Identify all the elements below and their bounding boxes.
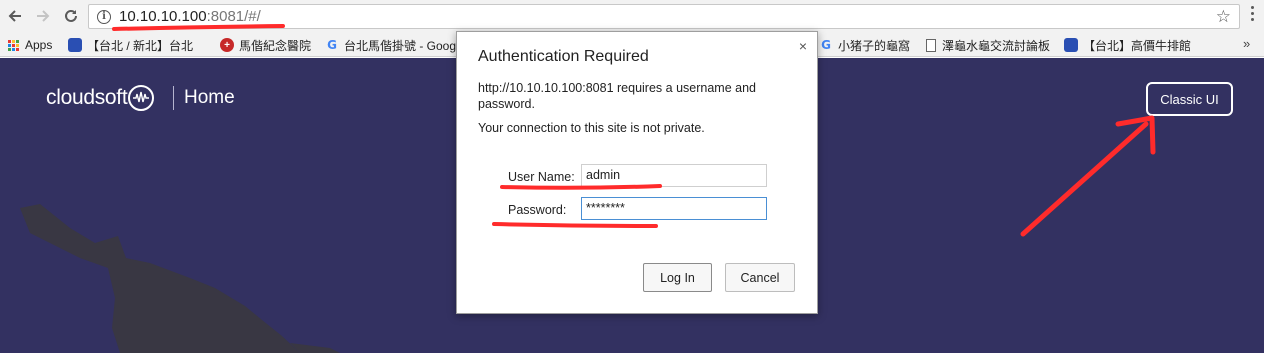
- bookmark-item[interactable]: 澤龜水龜交流討論板: [926, 36, 1050, 54]
- bookmark-item[interactable]: G 台北馬偕掛號 - Goog: [325, 36, 456, 54]
- authentication-dialog: Authentication Required × http://10.10.1…: [456, 31, 818, 314]
- classic-ui-button[interactable]: Classic UI: [1146, 82, 1233, 116]
- browser-menu-icon[interactable]: [1246, 6, 1258, 21]
- logo-waveform-icon: [128, 85, 155, 111]
- bookmark-item[interactable]: 【台北】高價牛排館: [1064, 36, 1191, 54]
- log-in-button[interactable]: Log In: [643, 263, 712, 292]
- privacy-note: Your connection to this site is not priv…: [478, 121, 705, 135]
- document-icon: [926, 38, 936, 52]
- password-field[interactable]: ********: [581, 197, 767, 220]
- bookmark-star-icon[interactable]: ☆: [1216, 7, 1231, 27]
- site-info-icon[interactable]: i: [97, 9, 111, 24]
- header-divider: [173, 86, 174, 110]
- close-icon[interactable]: ×: [799, 38, 807, 54]
- google-icon: G: [821, 38, 831, 52]
- reload-icon[interactable]: [58, 3, 84, 29]
- browser-toolbar: i 10.10.10.100:8081/#/ ☆: [0, 0, 1264, 33]
- password-label: Password:: [508, 203, 567, 217]
- bookmark-item[interactable]: + 馬偕紀念醫院: [220, 36, 311, 54]
- hospital-cross-icon: +: [220, 38, 234, 52]
- bookmark-item[interactable]: 【台北 / 新北】台北: [68, 36, 210, 54]
- dialog-message: http://10.10.10.100:8081 requires a user…: [478, 81, 756, 111]
- blue-bookmark-icon: [68, 38, 82, 52]
- apps-grid-icon: [8, 39, 19, 51]
- cloudsoft-logo[interactable]: cloudsoft: [46, 85, 155, 111]
- bookmark-apps[interactable]: Apps: [8, 36, 52, 54]
- username-label: User Name:: [508, 170, 575, 184]
- username-field[interactable]: admin: [581, 164, 767, 187]
- home-link[interactable]: Home: [184, 87, 235, 109]
- url-text: 10.10.10.100:8081/#/: [119, 8, 261, 25]
- bookmark-item[interactable]: G 小猪子的龜窩: [819, 36, 910, 54]
- back-arrow-icon[interactable]: [2, 3, 28, 29]
- cancel-button[interactable]: Cancel: [725, 263, 795, 292]
- address-bar[interactable]: i 10.10.10.100:8081/#/ ☆: [88, 4, 1240, 29]
- google-icon: G: [327, 38, 337, 52]
- dialog-title: Authentication Required: [478, 48, 649, 65]
- forward-arrow-icon[interactable]: [30, 3, 56, 29]
- blue-bookmark-icon: [1064, 38, 1078, 52]
- more-bookmarks-icon[interactable]: »: [1243, 36, 1250, 51]
